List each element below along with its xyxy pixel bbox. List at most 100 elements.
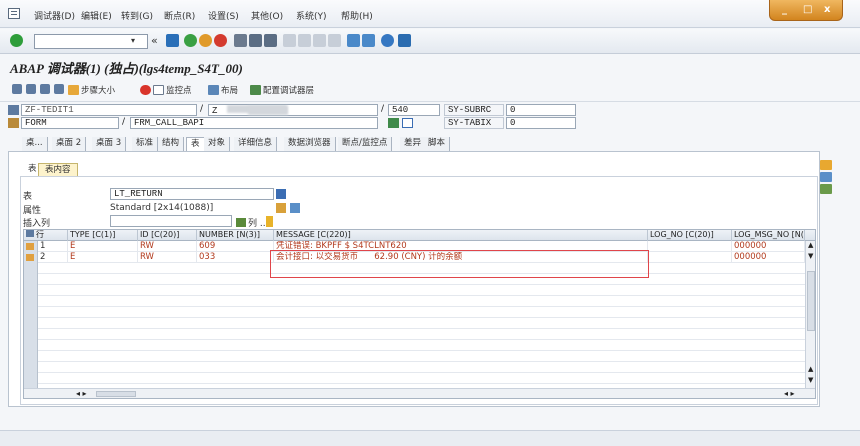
change-icon[interactable] [290,203,300,213]
program-field[interactable]: ZF-TEDIT1 [21,104,197,116]
tab-script[interactable]: 脚本 [424,137,451,151]
tab-data-browser[interactable]: 数据浏览器 [284,137,336,151]
step-return-icon[interactable] [40,84,50,94]
event-type-field[interactable]: FORM [21,117,119,129]
tab-table[interactable]: 表 [186,137,205,151]
form-name-field[interactable]: FRM_CALL_BAPI [130,117,378,129]
restore-button[interactable]: □ [803,4,812,15]
col-header-type[interactable]: TYPE [C(1)] [68,230,138,241]
menu-breakpoint[interactable]: 断点(R) [164,9,195,22]
step-size-button[interactable]: 步骤大小 [68,84,115,96]
row-selector-column[interactable] [24,241,38,388]
separator-slash-2: / [381,104,385,114]
new-tool-icon[interactable] [820,160,832,170]
swap-tool-icon[interactable] [820,184,832,194]
menu-system[interactable]: 系统(Y) [296,9,327,22]
menu-help[interactable]: 帮助(H) [341,9,373,22]
exit-icon[interactable] [199,34,212,47]
menubar: 调试器(D) 编辑(E) 转到(G) 断点(R) 设置(S) 其他(O) 系统(… [0,0,860,28]
cell-row: 2 [38,252,68,263]
table-value-help-icon[interactable] [276,189,286,199]
tab-desktop-1[interactable]: 桌... [22,137,48,151]
find-next-icon[interactable] [264,34,277,47]
save-icon[interactable] [166,34,179,47]
col-header-id[interactable]: ID [C(20)] [138,230,197,241]
watchpoint-button[interactable]: 监控点 [140,84,192,96]
tab-standard[interactable]: 标准 [132,137,159,151]
scroll-left-right-icon[interactable]: ◂ ▸ [76,389,87,398]
cell-id: RW [138,252,197,263]
step-over-icon[interactable] [26,84,36,94]
shortcut-icon[interactable] [362,34,375,47]
table-name-field[interactable]: LT_RETURN [110,188,274,200]
edit-icon[interactable] [276,203,286,213]
back-icon[interactable] [184,34,197,47]
help-icon[interactable] [381,34,394,47]
print-icon[interactable] [234,34,247,47]
scroll-left-right-icon-2[interactable]: ◂ ▸ [784,389,795,398]
step-size-icon [68,85,79,95]
hscroll-thumb[interactable] [96,391,136,397]
program-icon [8,105,19,115]
col-header-log-msg-no[interactable]: LOG_MSG_NO [N(6 [732,230,805,241]
replace-tool-icon[interactable] [820,172,832,182]
prev-page-icon[interactable] [298,34,311,47]
include-field[interactable]: Z [208,104,378,116]
vertical-scrollbar[interactable]: ▲ ▼ ▲ ▼ [805,241,815,388]
cell-type: E [68,241,138,252]
tab-diff[interactable]: 差异 [400,137,427,151]
tab-structure[interactable]: 结构 [158,137,185,151]
page-title: ABAP 调试器(1) (独占)(lgs4temp_S4T_00) [10,61,243,76]
standard-toolbar: ▾ « [0,29,860,54]
watchpoint-label: 监控点 [166,86,192,96]
enter-check-icon[interactable] [10,34,23,47]
nav-back-button[interactable]: « [151,34,158,47]
chevron-down-icon[interactable]: ▾ [131,36,135,45]
sy-tabix-value[interactable]: 0 [506,117,576,129]
line-field[interactable]: 540 [388,104,440,116]
minimize-button[interactable]: _ [782,4,787,15]
horizontal-scrollbar[interactable]: ◂ ▸ ◂ ▸ [24,388,815,398]
col-header-row[interactable]: 行 [24,230,68,241]
scroll-down-bottom-icon[interactable]: ▼ [808,376,813,384]
columns-button[interactable]: 列 ... [236,216,268,229]
menu-debugger[interactable]: 调试器(D) [34,9,75,22]
col-header-number[interactable]: NUMBER [N(3)] [197,230,274,241]
config-layers-button[interactable]: 配置调试器层 [250,84,314,96]
subtab-table-content[interactable]: 表内容 [38,163,78,177]
layout-menu-icon[interactable] [398,34,411,47]
tab-objects[interactable]: 对象 [204,137,231,151]
new-session-icon[interactable] [347,34,360,47]
last-page-icon[interactable] [328,34,341,47]
close-button[interactable]: x [824,4,830,15]
col-header-message[interactable]: MESSAGE [C(220)] [274,230,648,241]
first-page-icon[interactable] [283,34,296,47]
sy-subrc-value[interactable]: 0 [506,104,576,116]
cell-row: 1 [38,241,68,252]
layout-button[interactable]: 布局 [208,84,238,96]
find-icon[interactable] [249,34,262,47]
next-page-icon[interactable] [313,34,326,47]
scroll-thumb[interactable] [807,271,815,331]
continue-icon[interactable] [54,84,64,94]
col-header-log-no[interactable]: LOG_NO [C(20)] [648,230,732,241]
scroll-up-bottom-icon[interactable]: ▲ [808,365,813,373]
cancel-icon[interactable] [214,34,227,47]
jump-icon[interactable] [388,118,399,128]
scroll-down-icon[interactable]: ▼ [808,252,813,260]
tab-desktop-3[interactable]: 桌面 3 [92,137,127,151]
tab-desktop-2[interactable]: 桌面 2 [52,137,87,151]
menu-edit[interactable]: 编辑(E) [81,9,112,22]
menu-settings[interactable]: 设置(S) [208,9,239,22]
scroll-up-icon[interactable]: ▲ [808,241,813,249]
empty-row [24,351,815,362]
menu-other[interactable]: 其他(O) [251,9,283,22]
tab-details[interactable]: 详细信息 [234,137,278,151]
tab-breakpoints[interactable]: 断点/监控点 [338,137,393,151]
app-menu-icon[interactable] [8,8,20,19]
step-into-icon[interactable] [12,84,22,94]
insert-column-field[interactable] [110,215,232,227]
cell-log-no [648,252,732,263]
menu-goto[interactable]: 转到(G) [121,9,153,22]
info-icon[interactable] [402,118,413,128]
